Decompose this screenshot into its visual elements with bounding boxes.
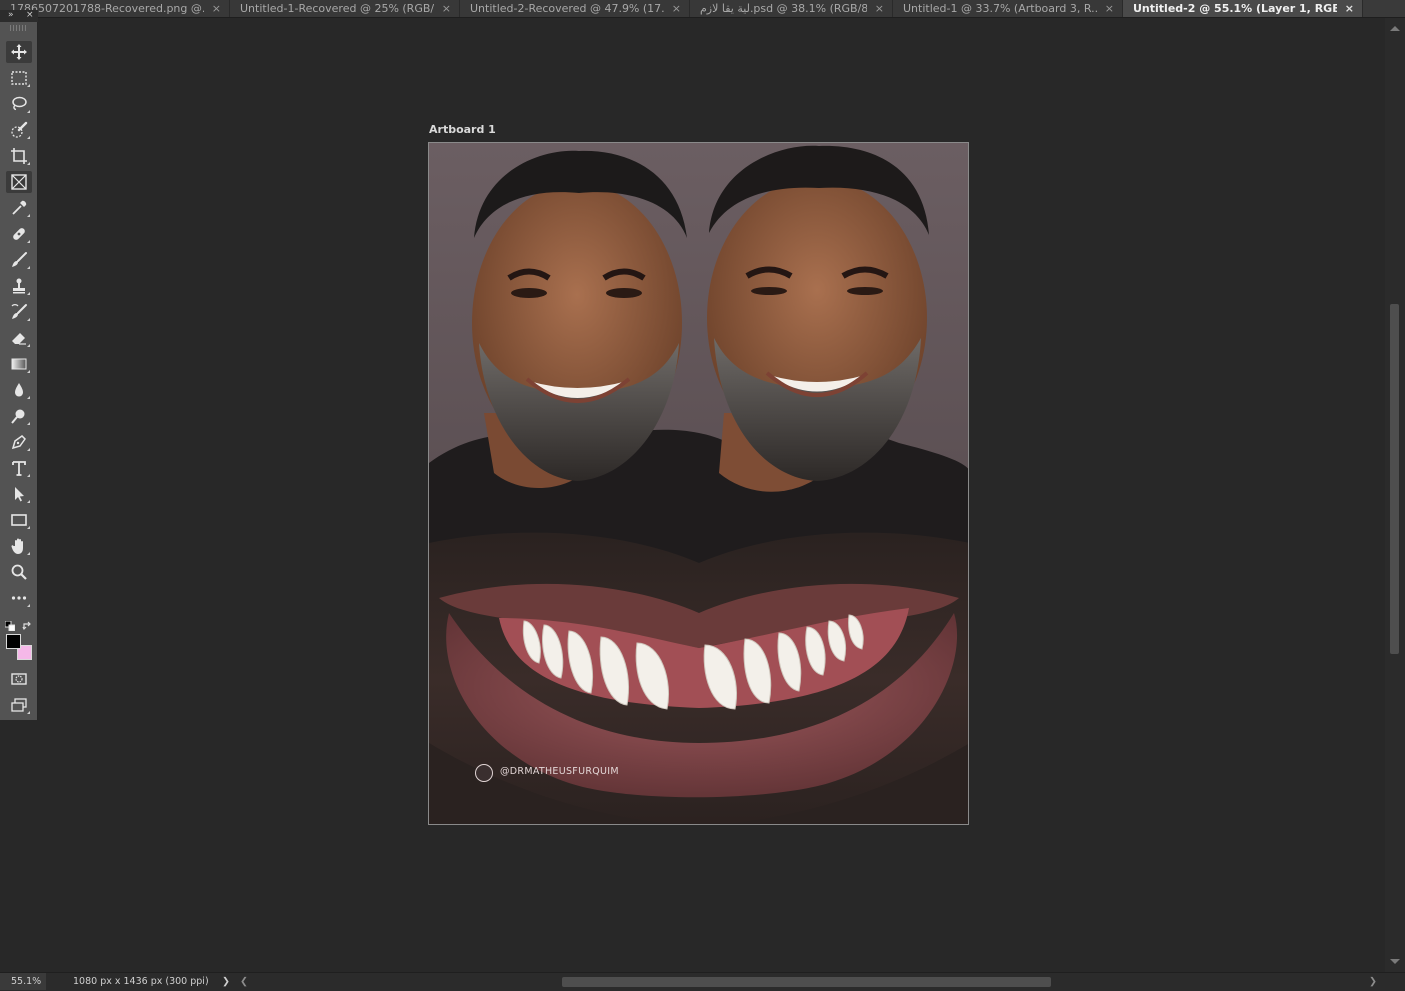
tab-label: لية يقا لازم.psd @ 38.1% (RGB/8... <box>700 2 867 15</box>
hand-tool[interactable] <box>6 535 32 557</box>
tab-label: Untitled-2-Recovered @ 47.9% (17... <box>470 2 664 15</box>
rectangle-icon <box>11 514 27 526</box>
document-tab-5[interactable]: Untitled-1 @ 33.7% (Artboard 3, R... × <box>893 0 1123 17</box>
artboard-label: Artboard 1 <box>429 123 496 136</box>
zoom-tool[interactable] <box>6 561 32 583</box>
gradient-tool[interactable] <box>6 353 32 375</box>
close-icon[interactable]: × <box>26 10 34 20</box>
artboard-canvas[interactable] <box>428 142 969 825</box>
quick-selection-icon <box>11 121 28 138</box>
document-info: 1080 px x 1436 px (300 ppi) <box>73 976 209 987</box>
swap-colors-icon[interactable] <box>22 616 32 631</box>
healing-brush-tool[interactable] <box>6 223 32 245</box>
screen-mode-button[interactable] <box>6 694 32 716</box>
pen-tool[interactable] <box>6 431 32 453</box>
pen-icon <box>11 435 26 450</box>
crop-icon <box>11 148 27 164</box>
tab-label: Untitled-1-Recovered @ 25% (RGB/... <box>240 2 434 15</box>
eyedropper-icon <box>12 200 27 215</box>
eraser-tool[interactable] <box>6 327 32 349</box>
document-tab-6-active[interactable]: Untitled-2 @ 55.1% (Layer 1, RGB/8#) * × <box>1123 0 1363 17</box>
close-icon[interactable]: × <box>442 2 451 15</box>
drop-icon <box>15 383 23 397</box>
type-icon <box>12 461 26 476</box>
lasso-icon <box>12 96 27 111</box>
zoom-icon <box>11 564 27 580</box>
status-menu-chevron-icon[interactable]: ❯ <box>222 973 230 990</box>
path-selection-tool[interactable] <box>6 483 32 505</box>
history-brush-tool[interactable] <box>6 301 32 323</box>
clone-stamp-tool[interactable] <box>6 275 32 297</box>
zoom-level-field[interactable]: 55.1% <box>0 973 46 990</box>
close-icon[interactable]: × <box>672 2 681 15</box>
more-icon <box>11 596 27 600</box>
tab-label: Untitled-2 @ 55.1% (Layer 1, RGB/8#) * <box>1133 2 1337 15</box>
lasso-tool[interactable] <box>6 93 32 115</box>
tab-label: Untitled-1 @ 33.7% (Artboard 3, R... <box>903 2 1097 15</box>
document-tab-4[interactable]: لية يقا لازم.psd @ 38.1% (RGB/8... × <box>690 0 893 17</box>
arrow-icon <box>15 487 24 502</box>
status-bar: 55.1% 1080 px x 1436 px (300 ppi) ❯ ❮ ❯ <box>0 972 1405 991</box>
close-icon[interactable]: × <box>875 2 884 15</box>
tab-label: 1786507201788-Recovered.png @... <box>10 2 204 15</box>
scroll-up-icon[interactable] <box>1390 26 1400 31</box>
close-icon[interactable]: × <box>1105 2 1114 15</box>
quick-selection-tool[interactable] <box>6 119 32 141</box>
watermark-text: @DRMATHEUSFURQUIM <box>500 766 619 777</box>
close-icon[interactable]: × <box>1345 2 1354 15</box>
default-colors-icon[interactable] <box>4 616 16 632</box>
bandage-icon <box>13 228 25 240</box>
document-tab-3[interactable]: Untitled-2-Recovered @ 47.9% (17... × <box>460 0 690 17</box>
eyedropper-tool[interactable] <box>6 197 32 219</box>
tools-panel <box>0 22 38 720</box>
dodge-tool[interactable] <box>6 405 32 427</box>
move-icon <box>11 44 27 60</box>
rectangle-tool[interactable] <box>6 509 32 531</box>
blur-tool[interactable] <box>6 379 32 401</box>
crop-tool[interactable] <box>6 145 32 167</box>
quick-mask-button[interactable] <box>6 668 32 690</box>
close-icon[interactable]: × <box>212 2 221 15</box>
quick-mask-icon <box>11 673 27 685</box>
history-brush-icon <box>11 304 27 319</box>
hand-icon <box>11 538 23 554</box>
foreground-color-swatch[interactable] <box>6 634 21 649</box>
frame-icon <box>11 174 27 190</box>
avatar <box>475 764 493 782</box>
stamp-icon <box>13 278 25 294</box>
panel-grip[interactable] <box>10 25 28 31</box>
screen-mode-icon <box>11 698 27 712</box>
move-tool[interactable] <box>6 41 32 63</box>
marquee-icon <box>11 71 27 85</box>
type-tool[interactable] <box>6 457 32 479</box>
vertical-scrollbar[interactable] <box>1385 18 1405 972</box>
rectangular-marquee-tool[interactable] <box>6 67 32 89</box>
scroll-down-icon[interactable] <box>1390 959 1400 964</box>
edit-toolbar-button[interactable] <box>6 587 32 609</box>
artwork-image <box>429 143 968 824</box>
gradient-icon <box>11 358 27 370</box>
horizontal-scroll-thumb[interactable] <box>562 977 1051 987</box>
document-tab-2[interactable]: Untitled-1-Recovered @ 25% (RGB/... × <box>230 0 460 17</box>
brush-tool[interactable] <box>6 249 32 271</box>
brush-icon <box>12 252 27 267</box>
dodge-icon <box>11 409 25 424</box>
vertical-scroll-thumb[interactable] <box>1390 304 1399 654</box>
document-tab-bar: 1786507201788-Recovered.png @... × Untit… <box>0 0 1405 18</box>
scroll-left-icon[interactable]: ❮ <box>240 973 248 990</box>
frame-tool[interactable] <box>6 171 32 193</box>
collapse-icon[interactable]: » <box>8 10 14 20</box>
eraser-icon <box>12 333 26 345</box>
scroll-right-icon[interactable]: ❯ <box>1369 973 1377 990</box>
toolbar-header: » × <box>0 10 38 22</box>
